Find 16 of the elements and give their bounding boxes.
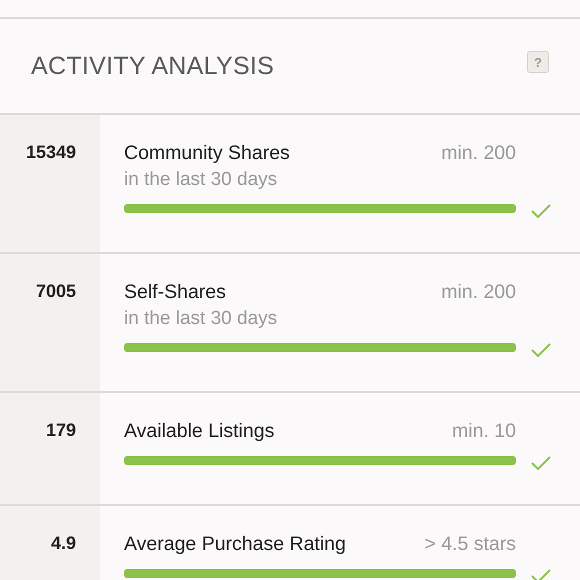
requirement-text: > 4.5 stars [424,533,516,556]
metric-name: Community Shares [124,142,290,165]
help-button[interactable]: ? [527,51,549,73]
metric-name: Available Listings [124,420,274,443]
period-text: in the last 30 days [124,308,278,330]
metric-name: Self-Shares [124,281,226,304]
metric-value: 7005 [36,281,76,303]
metric-name: Average Purchase Rating [124,533,346,556]
section-title: ACTIVITY ANALYSIS [31,52,274,80]
period-text: in the last 30 days [124,169,278,191]
requirement-text: min. 200 [441,281,516,304]
metric-value: 15349 [26,142,76,164]
metric-value: 4.9 [50,533,76,555]
requirement-text: min. 10 [452,420,516,443]
metric-value: 179 [46,420,76,442]
requirement-text: min. 200 [441,142,516,165]
